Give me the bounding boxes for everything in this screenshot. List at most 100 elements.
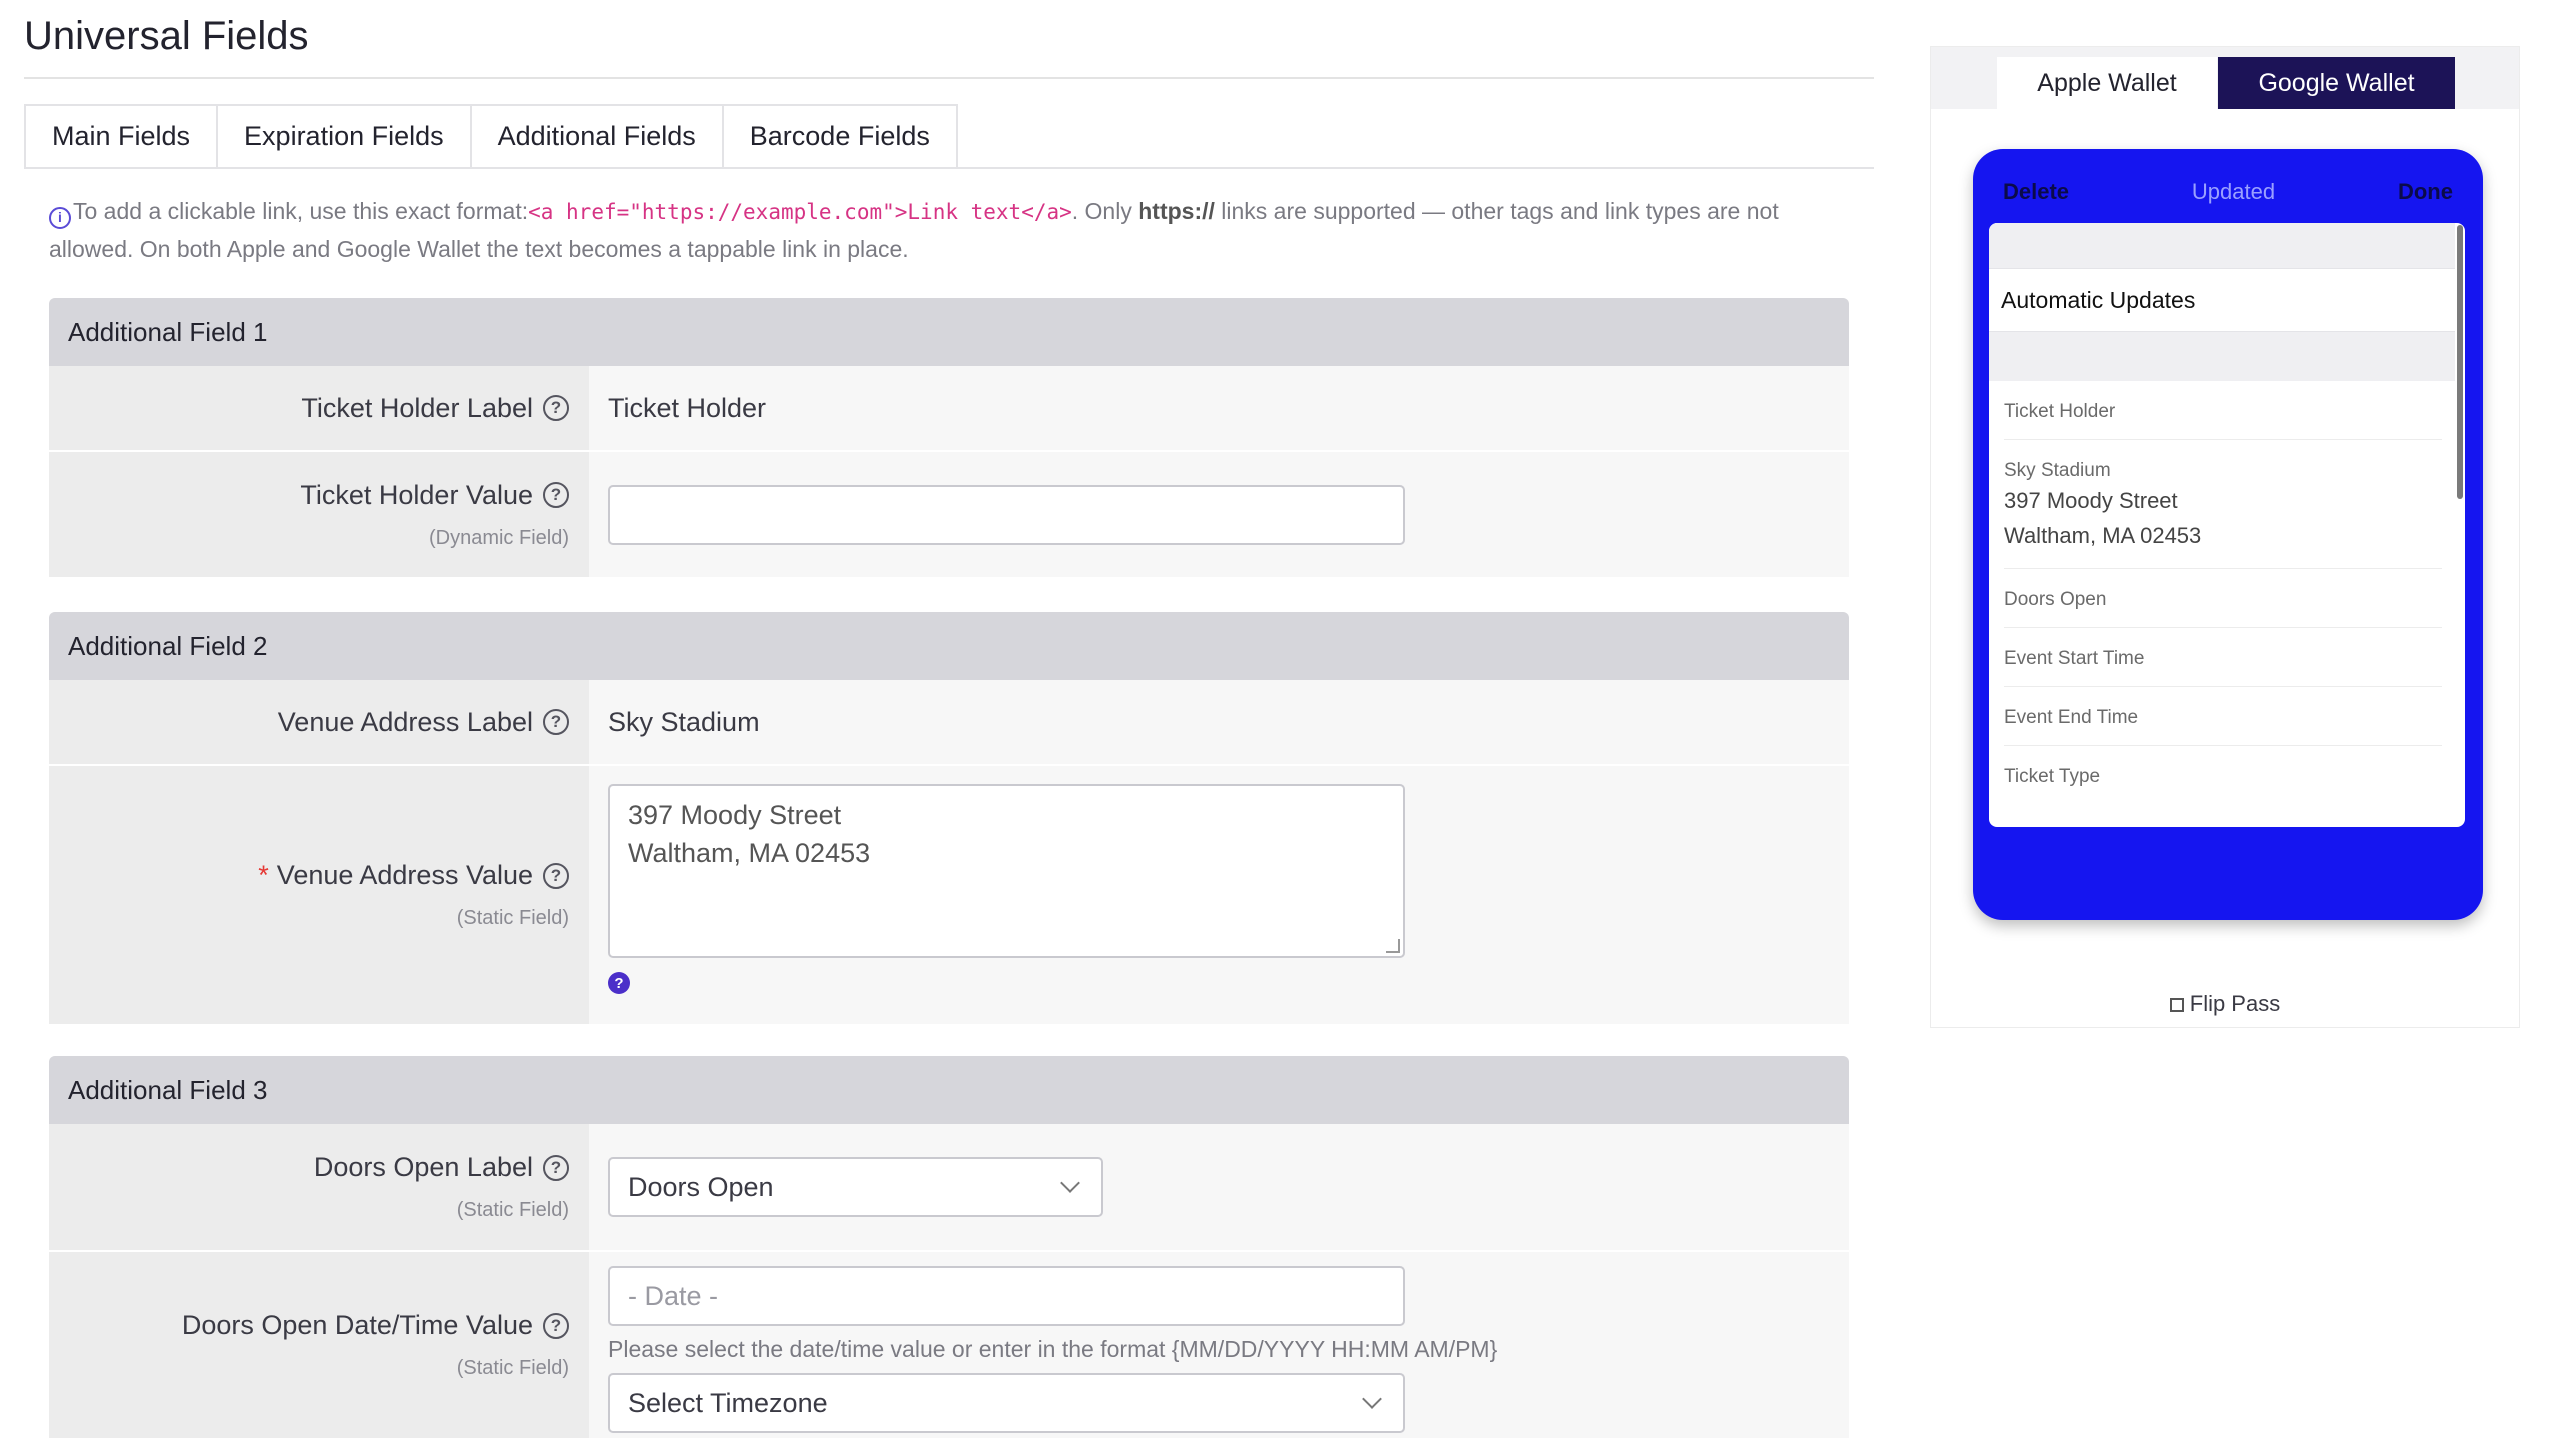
item-key: Doors Open [2004,589,2107,610]
field-label: Ticket Holder Value ? [300,480,569,511]
notice-lead: To add a clickable link, use this exact … [73,198,529,224]
label-cell: Ticket Holder Label ? [49,366,589,450]
list-item: Event Start Time [2004,628,2442,687]
value-cell: Doors Open [589,1124,1849,1250]
item-key: Sky Stadium [2004,460,2111,481]
sheet-spacer [1989,223,2455,269]
resize-handle-icon[interactable] [1386,939,1400,953]
item-value: 397 Moody Street [2004,488,2178,513]
card-header: Additional Field 2 [49,612,1849,680]
notice-bold: https:// [1138,198,1215,224]
card-header: Additional Field 3 [49,1056,1849,1124]
venue-address-textarea[interactable]: 397 Moody Street Waltham, MA 02453 [608,784,1405,958]
ticket-holder-value-input[interactable] [608,484,1405,545]
wallet-tabs: Apple Wallet Google Wallet [1931,47,2519,109]
notice-code: <a href="https://example.com">Link text<… [528,200,1072,224]
field-type-note: (Dynamic Field) [428,526,569,549]
list-item: Ticket Holder [2004,381,2442,440]
label-cell: * Venue Address Value ? (Static Field) [49,766,589,1024]
field-row: Ticket Holder Label ? Ticket Holder [49,366,1849,452]
chevron-down-icon [1362,1389,1382,1409]
field-row: * Venue Address Value ? (Static Field) 3… [49,766,1849,1024]
page-title: Universal Fields [24,14,309,58]
question-circle-icon[interactable]: ? [543,1154,569,1181]
select-value: Select Timezone [628,1387,828,1418]
question-circle-icon[interactable]: ? [543,1312,569,1339]
doors-open-label-select[interactable]: Doors Open [608,1157,1103,1217]
value-cell: 397 Moody Street Waltham, MA 02453 ? [589,766,1849,1024]
flip-icon [2169,998,2184,1012]
ticket-holder-value-title: Ticket Holder Value [300,479,533,510]
title-divider [24,77,1874,79]
editor-panel: Universal Fields Main Fields Expiration … [0,0,1875,1438]
list-item: Sky Stadium 397 Moody Street Waltham, MA… [2004,440,2442,569]
chevron-down-icon [1060,1173,1080,1193]
field-type-note: (Static Field) [456,1357,569,1379]
tab-additional-fields[interactable]: Additional Fields [469,104,722,169]
item-key: Event End Time [2004,707,2139,728]
tab-expiration-fields[interactable]: Expiration Fields [216,104,470,169]
automatic-updates-row[interactable]: Automatic Updates [2001,287,2195,314]
pass-field-list: Ticket Holder Sky Stadium 397 Moody Stre… [2004,381,2442,804]
question-circle-icon[interactable]: ? [543,709,569,735]
link-format-notice: i To add a clickable link, use this exact… [49,193,1849,268]
sheet-spacer [1989,331,2455,381]
select-value: Doors Open [628,1171,774,1202]
tab-google-wallet[interactable]: Google Wallet [2218,57,2455,109]
card-header: Additional Field 1 [49,298,1849,366]
value-cell: Sky Stadium [589,680,1849,764]
tab-barcode-fields[interactable]: Barcode Fields [721,104,958,169]
pass-preview-panel: Apple Wallet Google Wallet Delete Update… [1930,46,2520,1028]
field-label: Doors Open Label ? [314,1152,569,1183]
item-value: Waltham, MA 02453 [2004,523,2202,548]
done-button[interactable]: Done [2398,179,2453,205]
tabs-divider [24,167,1874,169]
field-type-note: (Static Field) [456,907,569,929]
label-cell: Doors Open Label ? (Static Field) [49,1124,589,1250]
additional-field-1-card: Additional Field 1 Ticket Holder Label ?… [49,298,1849,577]
flip-label: Flip Pass [2189,991,2281,1016]
field-label: Venue Address Label ? [278,707,569,738]
status-text: Updated [2191,179,2276,204]
pass-toolbar: Delete Updated Done [2003,177,2453,207]
field-type-note: (Static Field) [456,1199,569,1221]
value-cell [589,452,1849,577]
ticket-holder-label-title: Ticket Holder Label [301,392,533,423]
item-key: Ticket Holder [2004,401,2116,422]
field-row: Doors Open Label ? (Static Field) Doors … [49,1124,1849,1252]
field-row: Venue Address Label ? Sky Stadium [49,680,1849,766]
pass-back-sheet: Automatic Updates Ticket Holder Sky Stad… [1989,223,2465,827]
additional-field-3-card: Additional Field 3 Doors Open Label ? (S… [49,1056,1849,1438]
required-marker: * [258,860,269,890]
value-cell: Ticket Holder [589,366,1849,450]
label-cell: Venue Address Label ? [49,680,589,764]
timezone-select[interactable]: Select Timezone [608,1373,1405,1433]
field-tabs: Main Fields Expiration Fields Additional… [24,104,958,169]
ticket-holder-label-value[interactable]: Ticket Holder [608,393,1849,424]
item-key: Event Start Time [2004,648,2145,669]
label-cell: Doors Open Date/Time Value ? (Static Fie… [49,1252,589,1438]
doors-open-value-title: Doors Open Date/Time Value [181,1310,533,1340]
question-circle-icon[interactable]: ? [543,482,569,508]
list-item: Event End Time [2004,687,2442,746]
textarea-line: 397 Moody Street [628,800,842,830]
date-input[interactable]: - Date - [608,1266,1405,1326]
field-label: Doors Open Date/Time Value ? [182,1310,569,1341]
question-circle-icon[interactable]: ? [543,395,569,421]
venue-address-label-title: Venue Address Label [277,706,533,737]
field-row: Ticket Holder Value ? (Dynamic Field) [49,452,1849,577]
delete-button[interactable]: Delete [2003,179,2069,205]
question-circle-icon[interactable]: ? [543,862,569,889]
flip-pass-button[interactable]: Flip Pass [1931,991,2519,1017]
venue-address-value-title: Venue Address Value [276,860,533,890]
field-row: Doors Open Date/Time Value ? (Static Fie… [49,1252,1849,1438]
scrollbar[interactable] [2457,225,2463,499]
venue-address-label-value[interactable]: Sky Stadium [608,707,1849,738]
notice-mid: . Only [1071,198,1139,224]
date-format-hint: Please select the date/time value or ent… [608,1336,1498,1362]
tab-main-fields[interactable]: Main Fields [24,104,217,169]
tab-apple-wallet[interactable]: Apple Wallet [1997,57,2217,109]
additional-field-2-card: Additional Field 2 Venue Address Label ?… [49,612,1849,1024]
pass-preview: Delete Updated Done Automatic Updates Ti… [1973,149,2483,920]
help-icon[interactable]: ? [608,972,630,994]
